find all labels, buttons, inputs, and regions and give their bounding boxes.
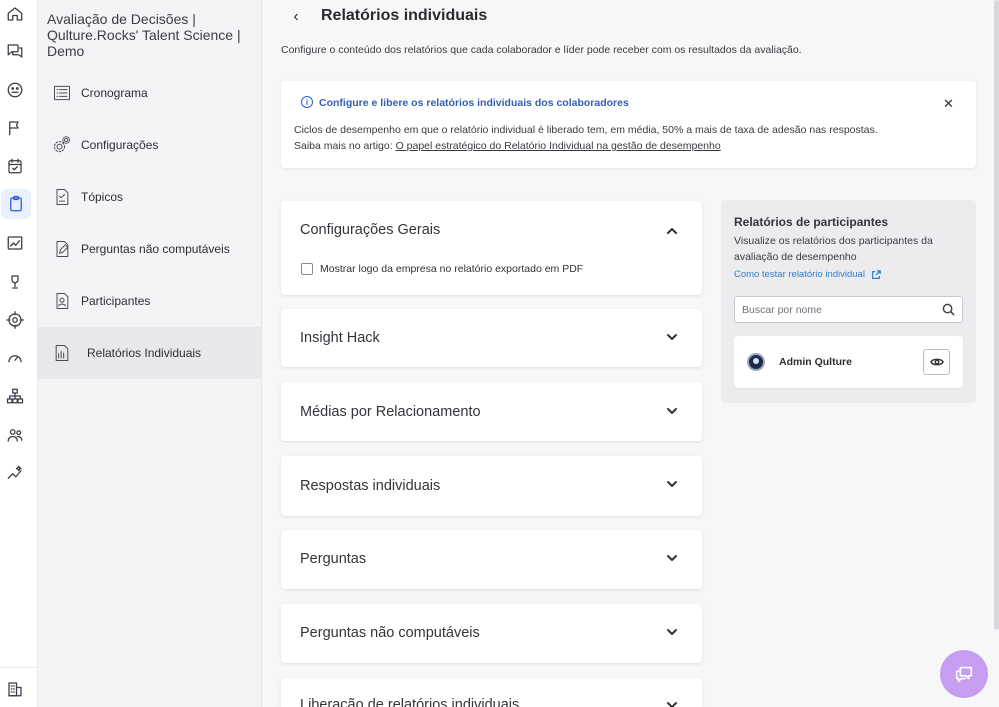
nav-item-label: Cronograma <box>81 86 148 100</box>
nav-item-label: Participantes <box>81 294 151 308</box>
flag-icon[interactable] <box>5 118 25 138</box>
chevron-down-icon[interactable] <box>665 330 679 344</box>
participant-card: Admin Qulture <box>734 336 963 388</box>
page-description: Configure o conteúdo dos relatórios que … <box>281 44 802 56</box>
icon-rail <box>0 0 38 707</box>
nav-item-participantes[interactable]: Participantes <box>38 275 261 327</box>
chevron-up-icon[interactable] <box>665 224 679 238</box>
rail-divider <box>0 667 38 668</box>
nav-item-label: Tópicos <box>81 190 124 204</box>
section-title: Perguntas não computáveis <box>300 625 480 641</box>
nav-item-topicos[interactable]: Tópicos <box>38 171 261 223</box>
section-title: Liberação de relatórios individuais <box>300 697 520 707</box>
link-label: Como testar relatório individual <box>734 269 865 280</box>
section-card-perguntas-nao-computaveis[interactable]: Perguntas não computáveis <box>281 604 702 663</box>
sparkle-chart-icon[interactable] <box>5 463 25 483</box>
how-to-test-link[interactable]: Como testar relatório individual <box>734 269 881 280</box>
team-icon[interactable] <box>5 425 25 445</box>
participants-panel: Relatórios de participantes Visualize os… <box>721 200 976 403</box>
chevron-down-icon[interactable] <box>665 551 679 565</box>
section-title: Perguntas <box>300 551 367 567</box>
back-arrow-icon[interactable]: ‹ <box>289 8 303 25</box>
search-input[interactable] <box>735 297 925 322</box>
gauge-icon[interactable] <box>5 348 25 368</box>
nav-item-cronograma[interactable]: Cronograma <box>38 67 261 119</box>
participant-search <box>734 296 963 323</box>
nav-item-label: Relatórios Individuais <box>87 346 202 360</box>
eye-icon <box>929 358 944 366</box>
document-check-icon <box>51 186 73 208</box>
list-icon <box>51 82 73 104</box>
page-scrollbar[interactable] <box>994 0 999 630</box>
external-link-icon <box>871 269 881 279</box>
section-title: Insight Hack <box>300 330 380 346</box>
info-icon: i <box>301 96 313 108</box>
main-content: ‹ Relatórios individuais Configure o con… <box>262 0 999 707</box>
edit-document-icon <box>51 238 73 260</box>
logo-checkbox-row: Mostrar logo da empresa no relatório exp… <box>301 263 583 275</box>
section-title: Médias por Relacionamento <box>300 404 481 420</box>
close-icon[interactable]: ✕ <box>943 96 954 112</box>
section-card-respostas-individuais[interactable]: Respostas individuais <box>281 456 702 516</box>
section-title: Respostas individuais <box>300 478 441 494</box>
cycle-title: Avaliação de Decisões | Qulture.Rocks' T… <box>47 11 241 59</box>
report-chart-icon <box>51 342 73 364</box>
building-icon[interactable] <box>5 679 25 699</box>
chevron-down-icon[interactable] <box>665 404 679 418</box>
clipboard-icon[interactable] <box>1 189 31 219</box>
article-link[interactable]: O papel estratégico do Relatório Individ… <box>396 140 721 152</box>
calendar-check-icon[interactable] <box>5 156 25 176</box>
gears-icon <box>51 134 73 156</box>
nav-item-label: Perguntas não computáveis <box>81 242 230 256</box>
section-card-liberacao[interactable]: Liberação de relatórios individuais <box>281 678 702 707</box>
banner-title: Configure e libere os relatórios individ… <box>319 97 629 109</box>
chevron-down-icon[interactable] <box>665 625 679 639</box>
search-icon[interactable] <box>942 303 955 316</box>
panel-description: Visualize os relatórios dos participante… <box>734 235 933 263</box>
section-title[interactable]: Configurações Gerais <box>300 222 440 238</box>
avatar <box>747 353 765 371</box>
banner-article-line: Saiba mais no artigo: O papel estratégic… <box>294 140 721 152</box>
chart-line-icon[interactable] <box>5 233 25 253</box>
view-report-button[interactable] <box>923 349 950 375</box>
panel-title: Relatórios de participantes <box>734 215 889 229</box>
banner-text: Ciclos de desempenho em que o relatório … <box>294 124 878 136</box>
section-card-insight-hack[interactable]: Insight Hack <box>281 309 702 367</box>
nav-item-label: Configurações <box>81 138 159 152</box>
section-card-configuracoes-gerais: Configurações Gerais Mostrar logo da emp… <box>281 201 702 295</box>
chevron-down-icon[interactable] <box>665 477 679 491</box>
nav-item-relatorios-individuais[interactable]: Relatórios Individuais <box>38 327 261 379</box>
participant-name: Admin Qulture <box>779 356 852 368</box>
show-logo-checkbox[interactable] <box>301 263 313 275</box>
trophy-icon[interactable] <box>5 272 25 292</box>
page-title: Relatórios individuais <box>321 7 488 24</box>
org-chart-icon[interactable] <box>5 386 25 406</box>
chat-button[interactable] <box>940 650 988 698</box>
section-card-perguntas[interactable]: Perguntas <box>281 530 702 589</box>
chevron-down-icon[interactable] <box>665 698 679 707</box>
checkbox-label: Mostrar logo da empresa no relatório exp… <box>320 263 584 275</box>
nav-item-perguntas-nao-computaveis[interactable]: Perguntas não computáveis <box>38 223 261 275</box>
sub-sidebar: Avaliação de Decisões | Qulture.Rocks' T… <box>38 0 262 707</box>
target-icon[interactable] <box>5 310 25 330</box>
chat-bubbles-icon <box>955 666 973 683</box>
chat-icon[interactable] <box>5 41 25 61</box>
mood-icon[interactable] <box>5 80 25 100</box>
home-icon[interactable] <box>5 4 25 24</box>
section-card-medias-por-relacionamento[interactable]: Médias por Relacionamento <box>281 382 702 441</box>
banner-article-prefix: Saiba mais no artigo: <box>294 140 393 152</box>
person-document-icon <box>51 290 73 312</box>
info-banner: i Configure e libere os relatórios indiv… <box>281 81 976 168</box>
nav-item-configuracoes[interactable]: Configurações <box>38 119 261 171</box>
